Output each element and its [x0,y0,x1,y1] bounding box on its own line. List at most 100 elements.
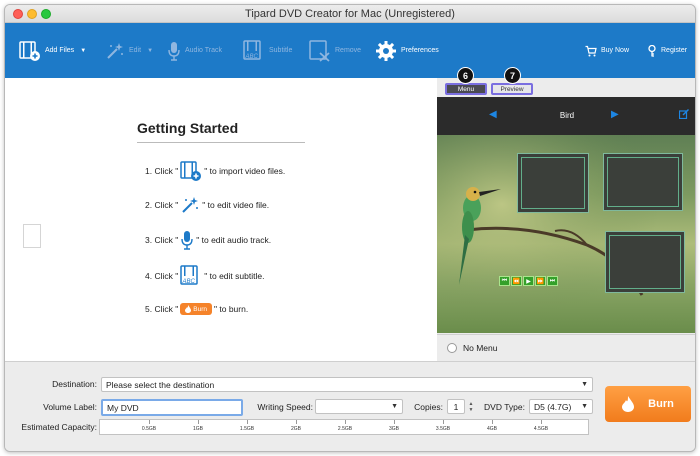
tab-preview[interactable]: 7 Preview [491,67,533,95]
tab-menu[interactable]: 6 Menu [445,67,487,95]
subtitle-icon: ABC [243,39,261,60]
preferences-button[interactable]: Preferences [375,23,439,78]
tab-preview-label: Preview [500,85,524,93]
title-bar: Tipard DVD Creator for Mac (Unregistered… [5,5,695,23]
skip-back-icon[interactable]: ⏮ [499,276,510,286]
menu-preview-pane: 6 Menu 7 Preview ◀ Bird ▶ ⏮ ⏪ ▶ ⏩ ⏭ No M… [437,67,695,361]
step-text: " to edit audio track. [196,235,272,245]
dvd-type-select[interactable]: D5 (4.7G) ▼ [529,399,593,414]
step-badge: 6 [457,67,474,84]
app-window: Tipard DVD Creator for Mac (Unregistered… [4,4,696,452]
capacity-tick-label: 1GB [192,426,204,432]
buy-now-button[interactable]: Buy Now [585,23,629,78]
microphone-icon [168,41,180,61]
decrement-icon[interactable]: ▼ [469,407,474,413]
output-settings: Destination: Please select the destinati… [5,361,695,451]
menu-preview-canvas[interactable]: ⏮ ⏪ ▶ ⏩ ⏭ [437,135,695,333]
capacity-tick [345,420,346,424]
step-text: " to burn. [213,304,249,314]
placeholder-box [23,224,41,248]
key-icon [648,44,656,57]
volume-label-input[interactable]: My DVD [101,399,243,416]
register-button[interactable]: Register [647,23,687,78]
edit-template-icon[interactable] [679,109,689,119]
svg-text:ABC: ABC [182,279,196,285]
gear-icon [376,40,396,61]
no-menu-label: No Menu [463,343,498,353]
capacity-tick [296,420,297,424]
divider [137,142,305,143]
add-video-icon [180,161,202,181]
capacity-tick-label: 2GB [290,426,302,432]
step-audio: 3. Click " " to edit audio track. [145,230,271,250]
flame-icon [185,305,192,313]
step-text: 2. Click " [145,200,179,210]
edit-button[interactable]: Edit ▼ [105,23,153,78]
dvd-type-label: DVD Type: [484,402,525,412]
register-label: Register [661,47,688,54]
play-icon[interactable]: ▶ [523,276,534,286]
step-badge: 7 [504,67,521,84]
capacity-tick [443,420,444,424]
add-files-icon [19,40,40,61]
chevron-down-icon[interactable]: ▼ [80,48,86,54]
chevron-down-icon: ▼ [581,403,588,410]
fast-forward-icon[interactable]: ⏩ [535,276,546,286]
preferences-label: Preferences [401,47,439,54]
volume-label-label: Volume Label: [43,402,97,412]
audio-track-button[interactable]: Audio Track [167,23,222,78]
capacity-tick [492,420,493,424]
step-import: 1. Click " " to import video files. [145,160,285,182]
template-name: Bird [559,111,575,120]
step-edit: 2. Click " " to edit video file. [145,195,269,215]
capacity-tick [394,420,395,424]
subtitle-button[interactable]: ABC Subtitle [243,23,292,78]
tab-menu-label: Menu [457,85,475,93]
step-text: " to import video files. [204,166,286,176]
chevron-down-icon: ▼ [391,403,398,410]
subtitle-icon: ABC [180,265,198,285]
toolbar: Add Files ▼ Edit ▼ Audio Track ABC Subti… [5,23,695,78]
magic-wand-icon [107,42,123,59]
capacity-tick-label: 3.5GB [435,426,451,432]
next-template-button[interactable]: ▶ [611,109,619,120]
flame-icon [622,396,635,412]
chapter-thumbnail-2[interactable] [603,153,683,211]
copies-value: 1 [453,401,459,412]
cart-icon [585,45,597,56]
no-menu-radio[interactable] [447,343,457,353]
chevron-down-icon: ▼ [581,381,588,388]
dvd-type-value: D5 (4.7G) [534,401,572,412]
add-files-button[interactable]: Add Files ▼ [19,23,86,78]
step-text: " to edit video file. [202,200,270,210]
writing-speed-select[interactable]: ▼ [315,399,403,414]
step-text: 4. Click " [145,271,179,281]
destination-select[interactable]: Please select the destination ▼ [101,377,593,392]
burn-button[interactable]: Burn [605,386,691,422]
rewind-icon[interactable]: ⏪ [511,276,522,286]
step-text: 5. Click " [145,304,179,314]
burn-chip-label: Burn [193,305,207,313]
capacity-tick [149,420,150,424]
step-text: 1. Click " [145,166,179,176]
capacity-tick [541,420,542,424]
step-burn: 5. Click " Burn " to burn. [145,303,248,315]
template-selector: ◀ Bird ▶ [437,97,695,135]
copies-input[interactable]: 1 [447,399,465,414]
chevron-down-icon[interactable]: ▼ [147,48,153,54]
chapter-thumbnail-1[interactable] [517,153,589,213]
audio-track-label: Audio Track [185,47,222,54]
remove-file-icon [309,39,330,62]
chapter-thumbnail-3[interactable] [605,231,685,293]
remove-button[interactable]: Remove [309,23,361,78]
burn-label: Burn [648,398,674,410]
file-list-pane[interactable]: Getting Started 1. Click " " to import v… [5,78,437,361]
subtitle-label: Subtitle [269,47,293,54]
remove-label: Remove [335,47,362,54]
no-menu-option[interactable]: No Menu [437,334,695,361]
main-area: Getting Started 1. Click " " to import v… [5,67,695,361]
capacity-tick-label: 2.5GB [337,426,353,432]
skip-forward-icon[interactable]: ⏭ [547,276,558,286]
copies-stepper[interactable]: ▲ ▼ [467,399,475,414]
capacity-tick [247,420,248,424]
